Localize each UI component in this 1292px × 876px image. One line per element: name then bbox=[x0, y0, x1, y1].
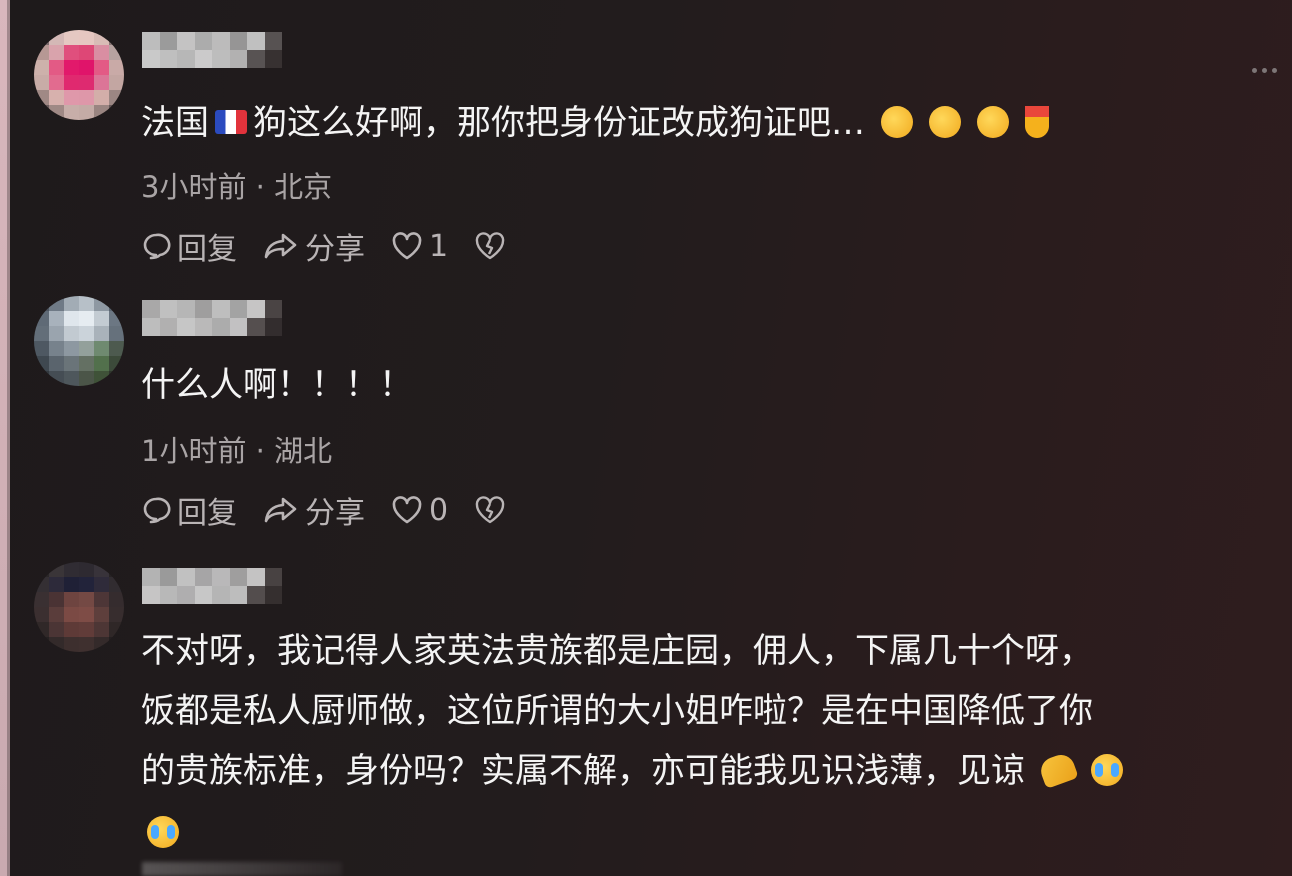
like-count: 0 bbox=[429, 492, 449, 528]
username-blurred[interactable] bbox=[142, 300, 282, 336]
broken-heart-icon bbox=[475, 496, 505, 524]
username-blurred[interactable] bbox=[142, 568, 282, 604]
heart-icon bbox=[392, 496, 422, 524]
broken-heart-icon bbox=[475, 232, 505, 260]
comment-text-line: 的贵族标准，身份吗？实属不解，亦可能我见识浅薄，见谅 bbox=[141, 751, 1025, 791]
heart-icon bbox=[392, 232, 422, 260]
share-arrow-icon bbox=[264, 233, 297, 259]
comment-meta: 1小时前 · 湖北 bbox=[141, 434, 333, 468]
comment-text: 的贵族标准，身份吗？实属不解，亦可能我见识浅薄，见谅 bbox=[141, 742, 1123, 800]
comment-text-part: 狗这么好啊，那你把身份证改成狗证吧… bbox=[253, 103, 865, 143]
france-flag-icon bbox=[215, 109, 247, 134]
thinking-emoji bbox=[977, 105, 1009, 138]
like-button[interactable]: 1 bbox=[391, 229, 448, 264]
avatar[interactable] bbox=[34, 562, 124, 652]
comment-text-part: 法国 bbox=[141, 103, 209, 143]
reply-label: 回复 bbox=[177, 496, 237, 531]
comment-actions: 回复 分享 0 bbox=[141, 488, 532, 532]
avatar[interactable] bbox=[34, 296, 124, 386]
thinking-emoji bbox=[881, 105, 913, 138]
comment-bubble-icon bbox=[143, 233, 171, 260]
crying-laughing-emoji bbox=[147, 815, 179, 848]
reply-button[interactable]: 回复 bbox=[141, 224, 237, 268]
dislike-button[interactable] bbox=[474, 495, 506, 525]
comment-text: 什么人啊！！！！ bbox=[141, 365, 413, 405]
comment-text bbox=[141, 804, 179, 862]
left-panel-edge bbox=[0, 0, 10, 876]
thinking-emoji bbox=[929, 105, 961, 138]
next-comment-preview bbox=[142, 862, 342, 876]
like-count: 1 bbox=[429, 228, 449, 264]
share-label: 分享 bbox=[305, 232, 365, 267]
crying-laughing-emoji bbox=[1091, 753, 1123, 786]
medal-emoji bbox=[1025, 105, 1049, 138]
share-arrow-icon bbox=[264, 497, 297, 523]
share-label: 分享 bbox=[305, 496, 365, 531]
comment-text: 法国 狗这么好啊，那你把身份证改成狗证吧… bbox=[141, 94, 1049, 152]
share-button[interactable]: 分享 bbox=[263, 224, 365, 268]
reply-button[interactable]: 回复 bbox=[141, 488, 237, 532]
comment-meta: 3小时前 · 北京 bbox=[141, 170, 333, 204]
comment-bubble-icon bbox=[143, 497, 171, 524]
praying-hands-emoji bbox=[1037, 750, 1079, 789]
comment-text-line: 饭都是私人厨师做，这位所谓的大小姐咋啦？是在中国降低了你 bbox=[141, 691, 1093, 731]
more-options-icon[interactable] bbox=[1252, 62, 1286, 78]
avatar[interactable] bbox=[34, 30, 124, 120]
username-blurred[interactable] bbox=[142, 32, 282, 68]
reply-label: 回复 bbox=[177, 232, 237, 267]
like-button[interactable]: 0 bbox=[391, 493, 448, 528]
comment-text-line: 不对呀，我记得人家英法贵族都是庄园，佣人，下属几十个呀， bbox=[141, 631, 1093, 671]
comment-actions: 回复 分享 1 bbox=[141, 224, 532, 268]
dislike-button[interactable] bbox=[474, 231, 506, 261]
share-button[interactable]: 分享 bbox=[263, 488, 365, 532]
